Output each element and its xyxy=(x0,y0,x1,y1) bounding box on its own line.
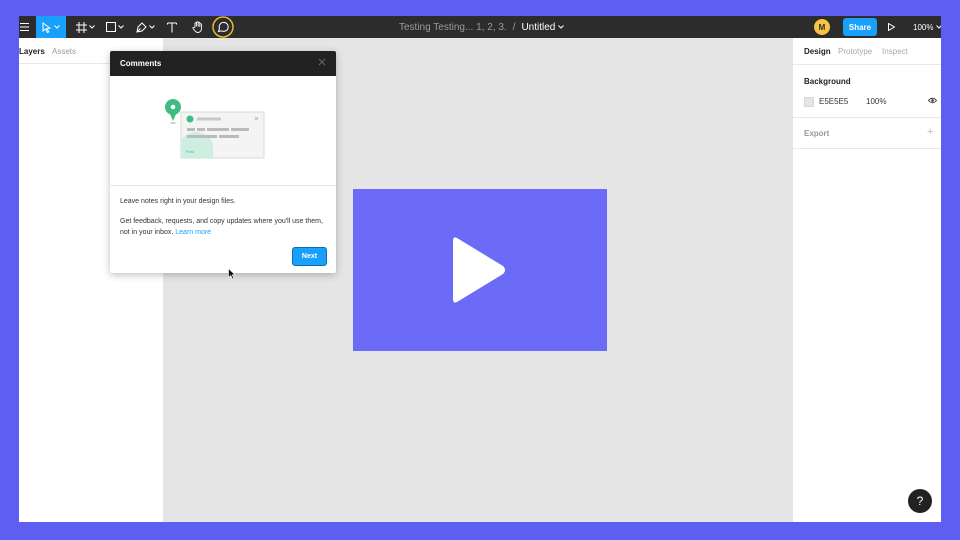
frame-tool-button[interactable] xyxy=(74,16,96,38)
export-section-title: Export xyxy=(804,129,830,138)
play-icon xyxy=(888,23,895,31)
figma-window: Testing Testing... 1, 2, 3. / Untitled M… xyxy=(19,16,941,522)
tab-assets[interactable]: Assets xyxy=(52,47,76,56)
move-tool-button[interactable] xyxy=(36,16,66,38)
comment-tool-button[interactable] xyxy=(212,16,234,38)
divider xyxy=(793,148,941,149)
chevron-down-icon xyxy=(54,25,60,29)
comments-onboarding-popover: Comments Post Leave notes right in your … xyxy=(110,51,336,273)
right-panel-tabs: Design Prototype Inspect xyxy=(793,38,941,65)
learn-more-link[interactable]: Learn more xyxy=(175,229,211,236)
eye-icon[interactable] xyxy=(928,97,937,104)
background-section-title: Background xyxy=(804,77,851,86)
rectangle-icon xyxy=(106,22,116,32)
background-color-swatch[interactable] xyxy=(804,97,814,107)
next-button[interactable]: Next xyxy=(292,247,327,266)
divider xyxy=(793,117,941,118)
popover-description: Get feedback, requests, and copy updates… xyxy=(120,218,323,236)
popover-text-line1: Leave notes right in your design files. xyxy=(120,198,236,205)
tab-prototype[interactable]: Prototype xyxy=(838,47,872,56)
hand-icon xyxy=(192,21,202,33)
chevron-down-icon xyxy=(118,25,124,29)
chevron-down-icon xyxy=(936,25,941,29)
popover-header: Comments xyxy=(110,51,336,76)
popover-text-line2: Get feedback, requests, and copy updates… xyxy=(120,216,330,238)
pen-icon xyxy=(135,21,147,33)
comments-illustration: Post xyxy=(110,76,336,186)
hand-tool-button[interactable] xyxy=(191,16,205,38)
text-tool-button[interactable] xyxy=(165,16,179,38)
help-button[interactable]: ? xyxy=(908,489,932,513)
add-export-plus-icon[interactable]: + xyxy=(927,126,933,138)
chevron-down-icon xyxy=(88,25,95,29)
toolbar: Testing Testing... 1, 2, 3. / Untitled M… xyxy=(19,16,941,38)
file-name[interactable]: Untitled xyxy=(521,22,555,33)
tab-layers[interactable]: Layers xyxy=(19,47,45,56)
text-icon xyxy=(167,22,177,32)
frame-icon xyxy=(75,21,87,33)
comment-icon xyxy=(212,16,234,38)
tab-design[interactable]: Design xyxy=(804,47,831,56)
chevron-down-icon xyxy=(148,25,155,29)
share-button[interactable]: Share xyxy=(843,18,877,36)
avatar[interactable]: M xyxy=(814,19,830,35)
zoom-dropdown[interactable]: 100% xyxy=(913,16,941,38)
zoom-level: 100% xyxy=(913,22,934,32)
file-title: Testing Testing... 1, 2, 3. / Untitled xyxy=(399,16,565,38)
mouse-cursor-icon xyxy=(228,268,236,280)
canvas-frame[interactable] xyxy=(353,189,607,351)
close-icon[interactable] xyxy=(318,58,326,66)
right-panel: Design Prototype Inspect Background E5E5… xyxy=(792,38,941,522)
background-opacity-value[interactable]: 100% xyxy=(866,97,886,106)
menu-icon[interactable] xyxy=(19,16,29,38)
pen-tool-button[interactable] xyxy=(134,16,156,38)
project-name[interactable]: Testing Testing... 1, 2, 3. xyxy=(399,22,507,33)
move-icon xyxy=(42,21,52,33)
popover-title: Comments xyxy=(120,59,162,68)
tab-inspect[interactable]: Inspect xyxy=(882,47,908,56)
present-button[interactable] xyxy=(888,16,895,38)
background-hex-value[interactable]: E5E5E5 xyxy=(819,97,848,106)
chevron-down-icon[interactable] xyxy=(558,25,565,29)
play-icon xyxy=(453,237,505,303)
illustration-post-label: Post xyxy=(186,149,195,154)
title-separator: / xyxy=(512,21,516,33)
comment-illustration-graphic: Post xyxy=(165,99,265,159)
shape-tool-button[interactable] xyxy=(104,16,126,38)
